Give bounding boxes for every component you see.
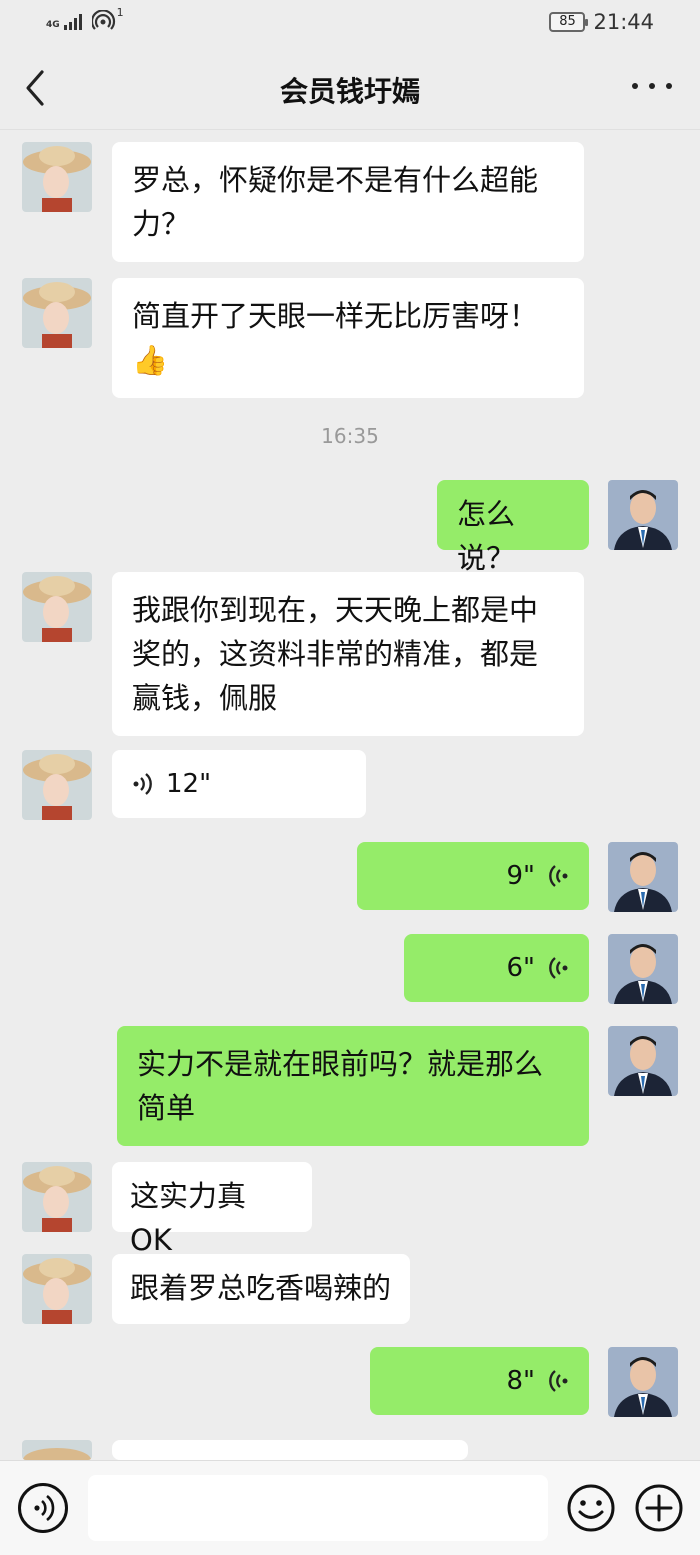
thumbs-up-emoji: 👍 <box>132 343 169 377</box>
more-dots-icon[interactable] <box>632 74 672 98</box>
message-bubble[interactable]: 这实力真 OK <box>112 1162 312 1257</box>
voice-message-sent[interactable]: 8" <box>370 1347 589 1415</box>
message-timestamp: 16:35 <box>321 424 379 448</box>
battery-icon: 85 <box>549 12 589 32</box>
my-avatar[interactable] <box>608 842 678 912</box>
hotspot-icon: 1 <box>90 6 124 30</box>
message-text: 简直开了天眼一样无比厉害呀！ <box>132 299 539 333</box>
message-text: 我跟你到现在，天天晚上都是中奖的，这资料非常的精准，都是赢钱，佩服 <box>132 593 539 715</box>
emoji-icon[interactable] <box>566 1483 616 1533</box>
signal-group: 4G 1 <box>46 6 124 30</box>
contact-avatar[interactable] <box>22 1440 92 1460</box>
message-text: 这实力真 OK <box>130 1179 247 1257</box>
voice-wave-icon <box>549 865 568 887</box>
voice-duration: 12" <box>166 769 212 799</box>
contact-avatar[interactable] <box>22 750 92 820</box>
message-text: 罗总，怀疑你是不是有什么超能力？ <box>132 163 539 241</box>
status-bar: 4G 1 85 21:44 <box>0 0 700 46</box>
message-bubble-sent[interactable]: 实力不是就在眼前吗？就是那么简单 <box>117 1026 589 1146</box>
contact-avatar[interactable] <box>22 1162 92 1232</box>
voice-duration: 8" <box>506 1366 535 1396</box>
my-avatar[interactable] <box>608 934 678 1004</box>
voice-message-sent[interactable]: 6" <box>404 934 589 1002</box>
chat-header: 会员钱圩嫣 <box>0 46 700 130</box>
message-bubble[interactable] <box>112 1440 468 1460</box>
voice-wave-icon <box>133 773 152 795</box>
contact-avatar[interactable] <box>22 142 92 212</box>
message-text: 实力不是就在眼前吗？就是那么简单 <box>137 1047 544 1125</box>
my-avatar[interactable] <box>608 1026 678 1096</box>
voice-wave-icon <box>549 957 568 979</box>
message-bubble-sent[interactable]: 怎么说？ <box>437 480 589 575</box>
message-bubble[interactable]: 罗总，怀疑你是不是有什么超能力？ <box>112 142 584 262</box>
signal-strength-icon <box>63 12 82 30</box>
contact-avatar[interactable] <box>22 1254 92 1324</box>
my-avatar[interactable] <box>608 480 678 550</box>
hotspot-count: 1 <box>116 6 124 19</box>
voice-input-icon[interactable] <box>18 1483 68 1533</box>
input-bar <box>0 1460 700 1555</box>
message-bubble[interactable]: 我跟你到现在，天天晚上都是中奖的，这资料非常的精准，都是赢钱，佩服 <box>112 572 584 736</box>
plus-icon[interactable] <box>634 1483 684 1533</box>
message-text: 跟着罗总吃香喝辣的 <box>130 1271 392 1305</box>
contact-avatar[interactable] <box>22 572 92 642</box>
message-input[interactable] <box>88 1475 548 1541</box>
message-text: 怎么说？ <box>457 497 516 575</box>
voice-duration: 6" <box>506 953 535 983</box>
message-bubble[interactable]: 跟着罗总吃香喝辣的 <box>112 1254 410 1324</box>
voice-wave-icon <box>549 1370 568 1392</box>
my-avatar[interactable] <box>608 1347 678 1417</box>
status-clock: 21:44 <box>593 10 654 34</box>
chat-title: 会员钱圩嫣 <box>279 75 420 108</box>
voice-message-sent[interactable]: 9" <box>357 842 589 910</box>
voice-message[interactable]: 12" <box>112 750 366 818</box>
voice-duration: 9" <box>506 861 535 891</box>
contact-avatar[interactable] <box>22 278 92 348</box>
network-type-label: 4G <box>46 20 60 30</box>
message-bubble[interactable]: 简直开了天眼一样无比厉害呀！ 👍 <box>112 278 584 398</box>
